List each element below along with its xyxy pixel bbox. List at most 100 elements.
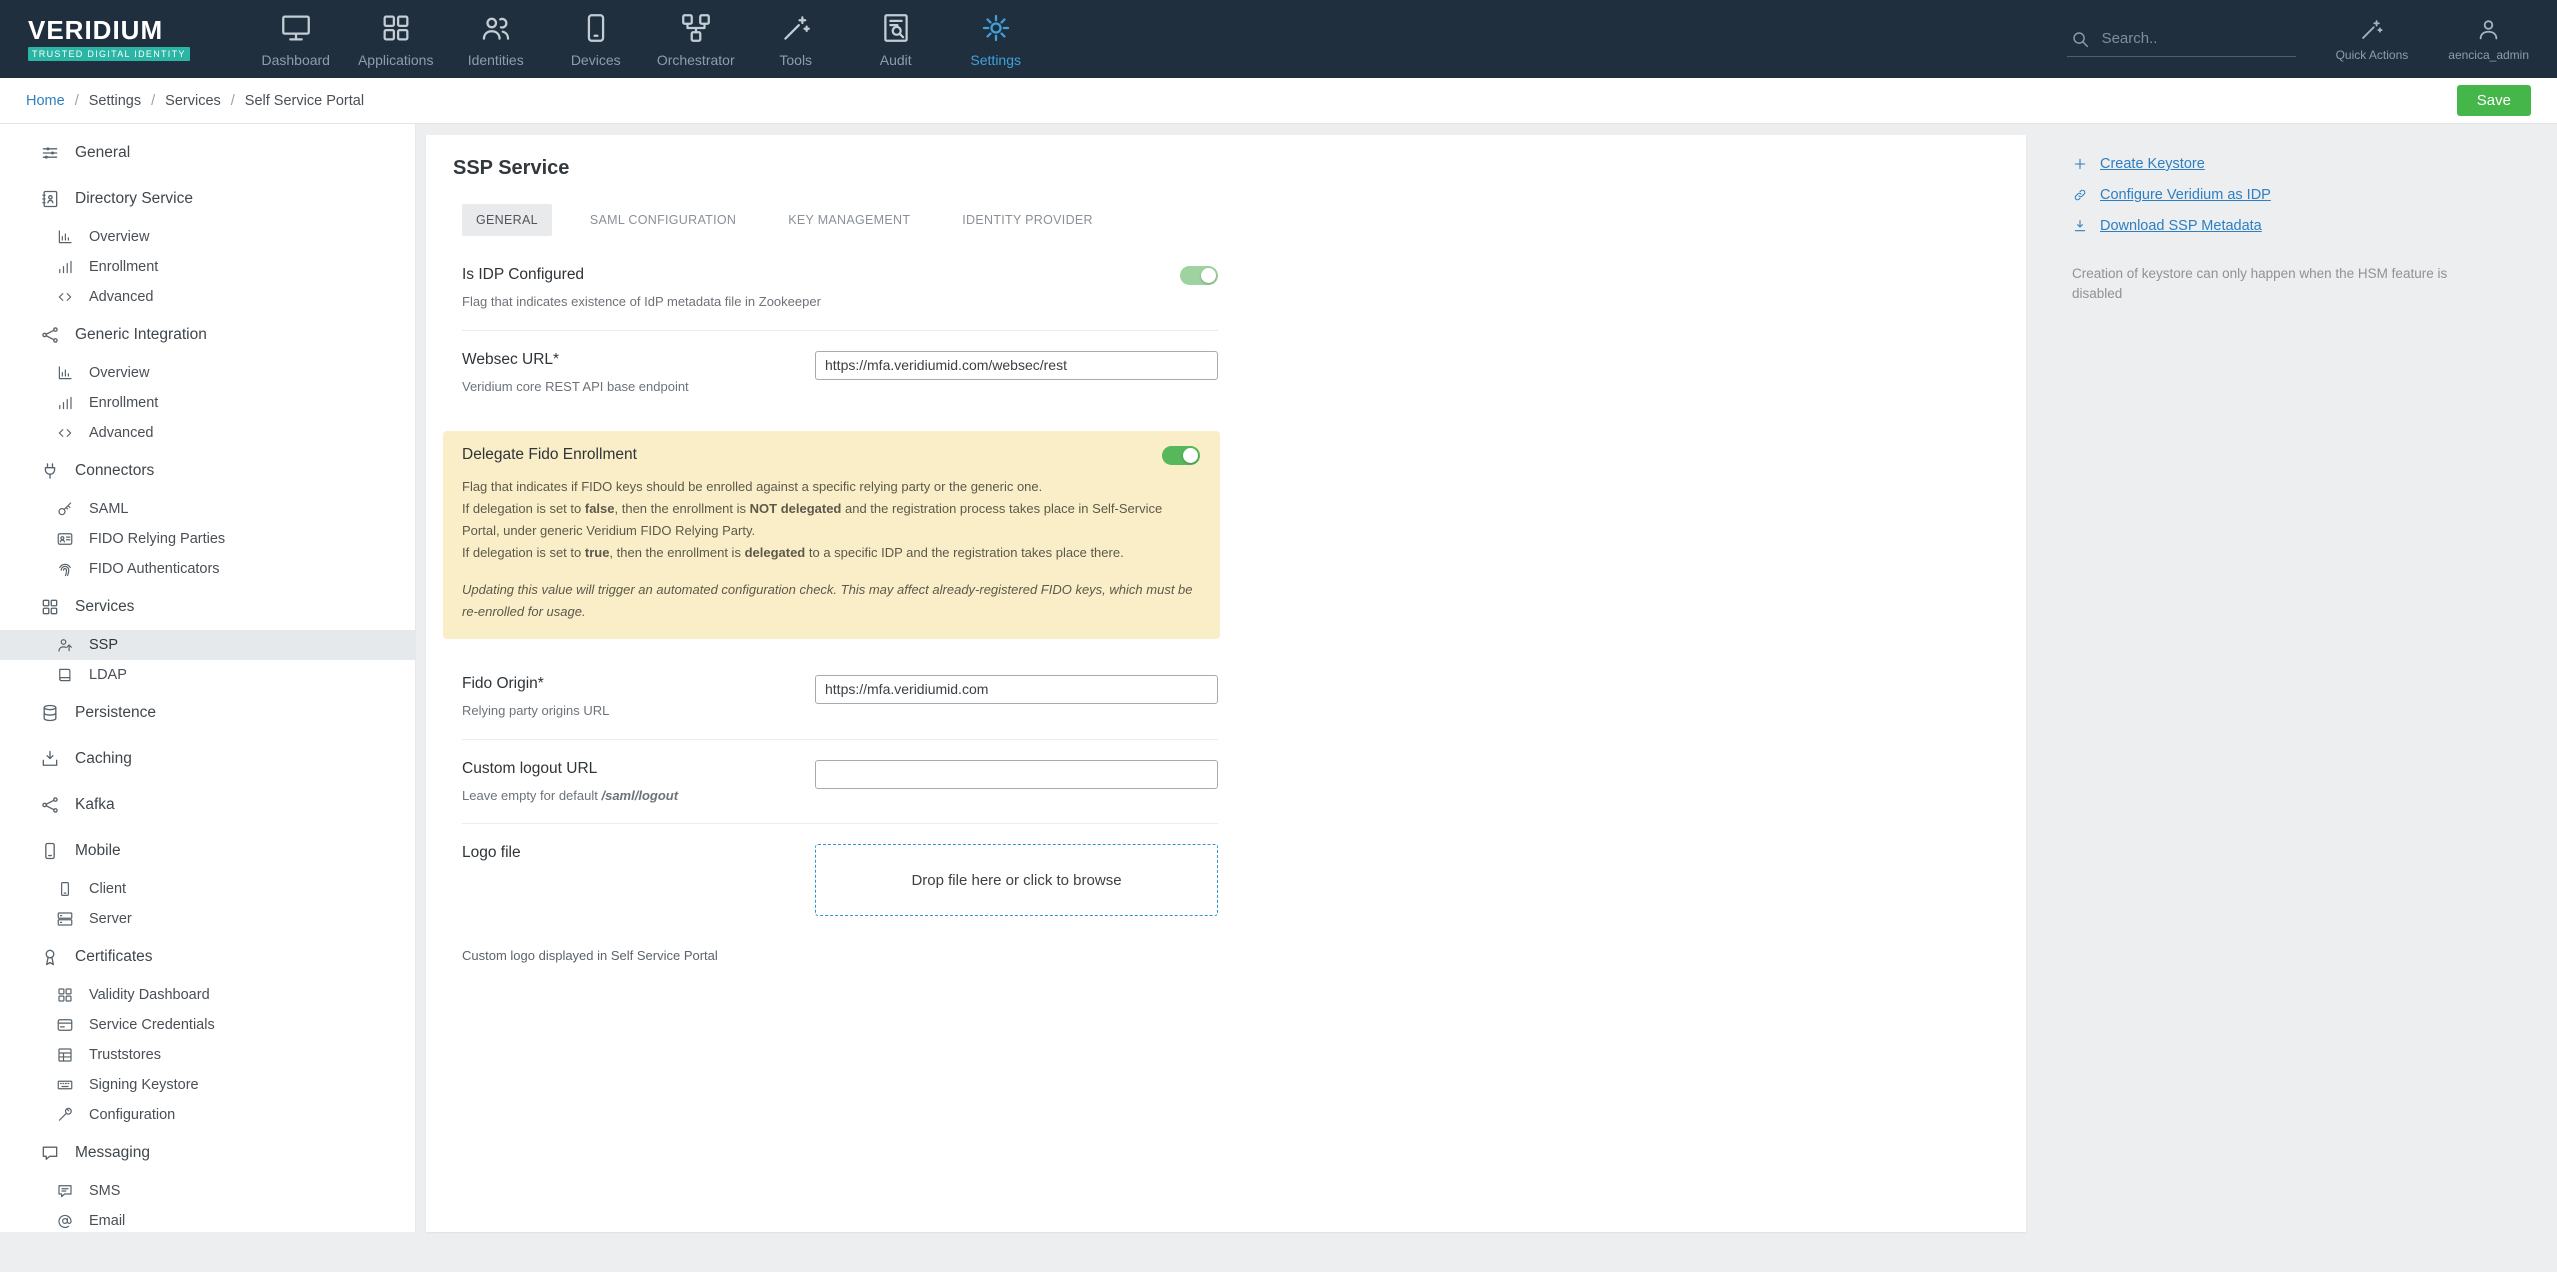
action-link[interactable]: Configure Veridium as IDP [2072,187,2531,203]
sidebar-item-label: Advanced [89,425,154,441]
sidebar-item[interactable]: Email [0,1206,415,1232]
sidebar-item[interactable]: Service Credentials [0,1010,415,1040]
fido-origin-input[interactable] [815,674,1218,704]
keystore-actions: Create Keystore Configure Veridium as ID… [2072,156,2531,234]
sidebar-item[interactable]: FIDO Authenticators [0,554,415,584]
plug-icon [40,461,60,481]
sidebar-item[interactable]: Enrollment [0,252,415,282]
field-fido-origin: Fido Origin* Relying party origins URL [462,655,1218,739]
tab[interactable]: GENERAL [462,204,552,236]
sidebar-item[interactable]: Mobile [0,828,415,874]
websec-url-label: Websec URL* [462,350,560,368]
logo-dropzone[interactable]: Drop file here or click to browse [815,844,1218,917]
nav-item-label: Orchestrator [656,51,735,68]
breadcrumb-item[interactable]: Services [165,93,221,109]
sidebar-item-label: Enrollment [89,259,159,275]
sidebar-item-label: Mobile [75,842,121,859]
nav-item[interactable]: Dashboard [246,0,346,78]
sidebar-item[interactable]: Truststores [0,1040,415,1070]
sidebar-item[interactable]: FIDO Relying Parties [0,524,415,554]
box-download-icon [40,749,60,769]
sidebar-item[interactable]: LDAP [0,660,415,690]
nav-item[interactable]: Applications [346,0,446,78]
breadcrumb-separator: / [74,92,79,109]
address-book-icon [40,189,60,209]
breadcrumb-item[interactable]: Self Service Portal [245,93,364,109]
save-button[interactable]: Save [2456,85,2531,116]
chat-icon [56,1182,74,1200]
search-icon [2069,28,2091,50]
search-input[interactable] [2099,29,2294,48]
custom-logout-input[interactable] [815,759,1218,789]
global-search [2066,22,2296,57]
logo-file-label: Logo file [462,844,521,862]
user-menu[interactable]: aencica_admin [2448,16,2529,62]
tab[interactable]: SAML CONFIGURATION [576,204,750,236]
sidebar-item[interactable]: Enrollment [0,388,415,418]
quick-actions-button[interactable]: Quick Actions [2336,16,2408,62]
key-icon [56,500,74,518]
brand-logo[interactable]: VERIDIUM TRUSTED DIGITAL IDENTITY [28,17,190,61]
magic-wand-icon [2358,16,2385,43]
sidebar-item[interactable]: Certificates [0,934,415,980]
nav-item[interactable]: Devices [546,0,646,78]
action-link[interactable]: Create Keystore [2072,156,2531,172]
sidebar-item[interactable]: Kafka [0,782,415,828]
breadcrumb-item[interactable]: Settings [89,93,141,109]
settings-sidebar: General Directory Service Overview Enrol… [0,124,416,1232]
nav-item[interactable]: Audit [846,0,946,78]
sidebar-item[interactable]: Signing Keystore [0,1070,415,1100]
websec-url-input[interactable] [815,350,1218,380]
sidebar-item-label: SAML [89,501,129,517]
sidebar-item[interactable]: Directory Service [0,176,415,222]
sidebar-item-label: Advanced [89,289,154,305]
sidebar-item[interactable]: General [0,130,415,176]
nav-item[interactable]: Orchestrator [646,0,746,78]
sidebar-item[interactable]: Client [0,874,415,904]
sidebar-item[interactable]: Advanced [0,418,415,448]
sidebar-item[interactable]: Server [0,904,415,934]
sidebar-item[interactable]: Connectors [0,448,415,494]
sidebar-item-label: FIDO Relying Parties [89,531,226,547]
keystore-note: Creation of keystore can only happen whe… [2072,266,2448,301]
sidebar-item[interactable]: Overview [0,358,415,388]
nav-item[interactable]: Tools [746,0,846,78]
code-icon [56,424,74,442]
action-link-label: Download SSP Metadata [2100,218,2262,234]
is-idp-configured-toggle[interactable] [1180,266,1218,285]
sidebar-item[interactable]: Caching [0,736,415,782]
delegate-fido-toggle[interactable] [1162,445,1200,465]
nav-item[interactable]: Settings [946,0,1046,78]
sidebar-item-label: Messaging [75,1144,150,1161]
ssp-tabs: GENERAL SAML CONFIGURATION KEY MANAGEMEN… [462,204,2026,236]
breadcrumb-item[interactable]: Home [26,93,65,109]
sidebar-item[interactable]: Persistence [0,690,415,736]
sidebar-item-label: Connectors [75,462,155,479]
signal-icon [56,258,74,276]
sidebar-item[interactable]: SAML [0,494,415,524]
tab[interactable]: IDENTITY PROVIDER [948,204,1107,236]
sidebar-item[interactable]: SMS [0,1176,415,1206]
sidebar-item[interactable]: Advanced [0,282,415,312]
at-icon [56,1212,74,1230]
breadcrumb-separator: / [230,92,235,109]
link-icon [2072,187,2088,203]
sidebar-item[interactable]: Services [0,584,415,630]
sidebar-item[interactable]: Generic Integration [0,312,415,358]
custom-logout-description: Leave empty for default /saml/logout [462,787,679,803]
sidebar-item[interactable]: SSP [0,630,415,660]
sidebar-item-label: Persistence [75,704,156,721]
nav-item[interactable]: Identities [446,0,546,78]
field-is-idp-configured: Is IDP Configured Flag that indicates ex… [462,246,1218,330]
sidebar-item-label: Directory Service [75,190,193,207]
mobile-icon [40,841,60,861]
sidebar-item[interactable]: Overview [0,222,415,252]
tab[interactable]: KEY MANAGEMENT [774,204,924,236]
topnav-right: Quick Actions aencica_admin [2066,16,2529,62]
action-link[interactable]: Download SSP Metadata [2072,218,2531,234]
page-title: SSP Service [453,157,570,179]
sidebar-item[interactable]: Configuration [0,1100,415,1130]
sidebar-item[interactable]: Validity Dashboard [0,980,415,1010]
sidebar-item[interactable]: Messaging [0,1130,415,1176]
chart-icon [56,228,74,246]
